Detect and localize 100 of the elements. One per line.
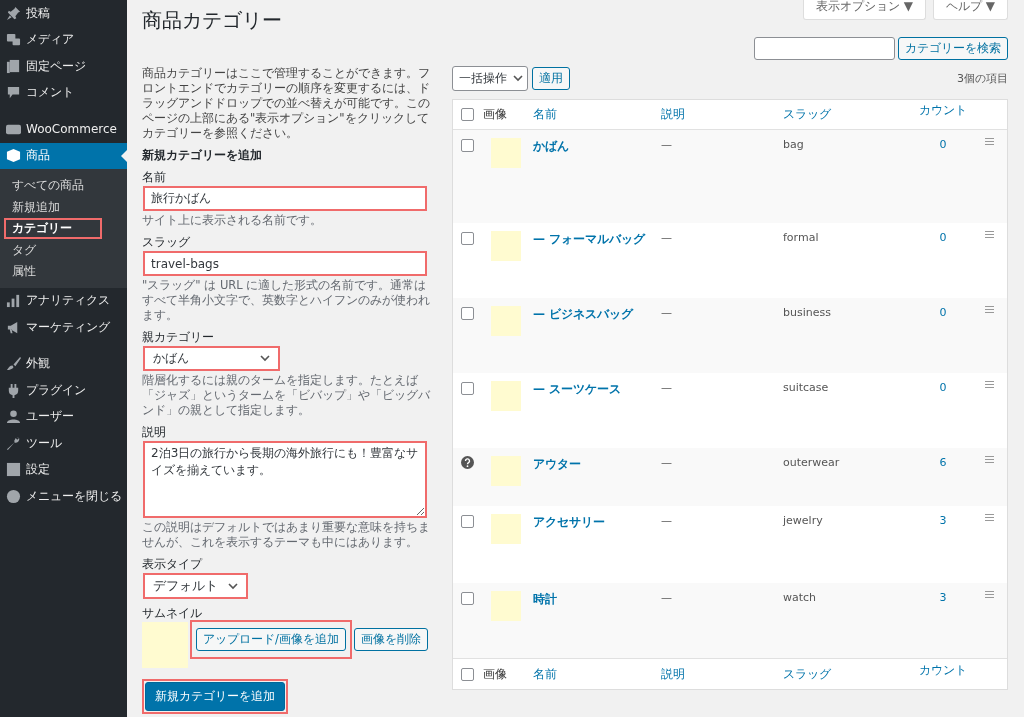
submenu-item[interactable]: カテゴリー — [4, 218, 102, 240]
menu-item[interactable]: プラグイン — [0, 377, 127, 404]
category-name-link[interactable]: 時計 — [533, 591, 661, 608]
drag-handle-icon[interactable] — [985, 514, 994, 521]
menu-item[interactable]: ユーザー — [0, 403, 127, 430]
table-cell-text: bag — [783, 138, 805, 151]
checkbox[interactable] — [461, 592, 474, 605]
submenu-item[interactable]: 新規追加 — [4, 196, 68, 218]
menu-item[interactable]: 投稿 — [0, 0, 127, 27]
checkbox[interactable] — [461, 307, 474, 320]
category-name-link[interactable]: — フォーマルバッグ — [533, 231, 661, 248]
media-icon — [6, 32, 21, 48]
intro-text: 商品カテゴリーはここで管理することができます。フロントエンドでカテゴリーの順序を変更するには、ドラッグアンドドロップでの並べ替えが可能です。このページの上部にある"表示オプション"をクリックしてカテゴリーを参照ください。 — [142, 66, 430, 141]
page-title: 商品カテゴリー — [142, 7, 282, 34]
table-cell-text: — — [661, 381, 673, 394]
field-label: サムネイル — [142, 606, 203, 621]
caret-icon — [260, 355, 270, 362]
column-header[interactable]: 説明 — [661, 665, 783, 683]
help-text: 階層化するには親のタームを指定します。たとえば「ジャズ」というタームを「ビバップ」や「ビッグバンド」の親として指定します。 — [142, 373, 430, 418]
drag-handle-icon[interactable] — [985, 231, 994, 238]
column-header: 画像 — [483, 665, 508, 683]
count-link[interactable]: 3 — [939, 591, 947, 604]
field-label: 説明 — [142, 425, 167, 440]
table-cell-text: watch — [783, 591, 818, 604]
item-count: 3個の項目 — [957, 70, 1008, 86]
thumbnail-placeholder — [491, 138, 521, 168]
submenu-item[interactable]: すべての商品 — [4, 175, 92, 197]
count-link[interactable]: 0 — [939, 231, 947, 244]
count-link[interactable]: 0 — [939, 306, 947, 319]
column-header[interactable]: スラッグ — [783, 106, 915, 123]
table-cell-text: jewelry — [783, 514, 824, 527]
thumbnail-placeholder — [491, 231, 521, 261]
count-link[interactable]: 3 — [939, 514, 947, 527]
count-link[interactable]: 0 — [939, 138, 947, 151]
menu-item[interactable]: コメント — [0, 79, 127, 106]
screen-tab[interactable]: ヘルプ ▼ — [932, 0, 1008, 20]
submenu-item[interactable]: 属性 — [4, 261, 44, 283]
caret-icon — [228, 582, 238, 590]
apply-button[interactable]: 適用 — [532, 66, 570, 90]
checkbox[interactable] — [461, 667, 474, 681]
column-header[interactable]: 説明 — [661, 106, 783, 123]
menu-item[interactable]: メディア — [0, 26, 127, 53]
user-icon — [6, 409, 21, 425]
dropdown[interactable]: かばん — [143, 346, 280, 371]
checkbox[interactable] — [461, 139, 474, 152]
category-name-link[interactable]: かばん — [533, 138, 661, 155]
column-header[interactable]: スラッグ — [783, 665, 915, 683]
menu-item[interactable]: 外観 — [0, 350, 127, 377]
dropdown[interactable]: デフォルト — [143, 573, 248, 599]
text-field[interactable]: travel-bags — [143, 251, 427, 276]
help-text: サイト上に表示される名前です。 — [142, 213, 323, 228]
form-heading: 新規カテゴリーを追加 — [142, 147, 263, 164]
help-icon — [461, 456, 474, 469]
menu-item[interactable]: マーケティング — [0, 314, 127, 341]
add-category-button[interactable]: 新規カテゴリーを追加 — [145, 682, 285, 711]
field-label: スラッグ — [142, 235, 191, 250]
menu-item[interactable]: アナリティクス — [0, 287, 127, 314]
category-name-link[interactable]: — スーツケース — [533, 381, 661, 398]
remove-image-button[interactable]: 画像を削除 — [353, 628, 428, 651]
text-field[interactable]: 旅行かばん — [143, 186, 427, 211]
category-name-link[interactable]: アクセサリー — [533, 514, 661, 531]
drag-handle-icon[interactable] — [985, 306, 994, 313]
table-cell-text: business — [783, 306, 832, 319]
drag-handle-icon[interactable] — [985, 591, 994, 598]
current-pointer — [121, 149, 127, 162]
textarea-field[interactable]: 2泊3日の旅行から長期の海外旅行にも！豊富なサイズを揃えています。 — [143, 441, 427, 518]
menu-item[interactable]: ツール — [0, 430, 127, 457]
count-link[interactable]: 0 — [939, 381, 947, 394]
drag-handle-icon[interactable] — [985, 381, 994, 388]
column-header[interactable]: カウント — [919, 661, 967, 679]
pages-icon — [6, 58, 21, 74]
photo-placeholder — [142, 622, 188, 668]
column-header[interactable]: カウント — [919, 102, 967, 119]
menu-item[interactable]: 設定 — [0, 456, 127, 483]
column-header[interactable]: 名前 — [533, 665, 661, 683]
drag-handle-icon[interactable] — [985, 456, 994, 463]
thumbnail-placeholder — [491, 514, 521, 544]
checkbox[interactable] — [461, 382, 474, 395]
menu-item[interactable]: 固定ページ — [0, 53, 127, 80]
column-header[interactable]: 名前 — [533, 106, 661, 123]
checkbox[interactable] — [461, 232, 474, 245]
search-button[interactable]: カテゴリーを検索 — [898, 37, 1008, 60]
box-icon — [6, 148, 21, 164]
screen-tab[interactable]: 表示オプション ▼ — [802, 0, 926, 20]
menu-item[interactable]: WooCommerce — [0, 116, 127, 143]
submenu-item[interactable]: タグ — [4, 239, 44, 261]
bulk-action-dropdown[interactable]: 一括操作 — [452, 65, 528, 91]
menu-item[interactable]: メニューを閉じる — [0, 483, 127, 510]
drag-handle-icon[interactable] — [985, 138, 994, 145]
table-cell-text: — — [661, 591, 673, 604]
thumbnail-placeholder — [491, 306, 521, 336]
search-field[interactable] — [754, 37, 895, 60]
upload-button[interactable]: アップロード/画像を追加 — [196, 628, 346, 651]
help-text: "スラッグ" は URL に適した形式の名前です。通常はすべて半角小文字で、英数字とハイフンのみが使われます。 — [142, 278, 430, 323]
category-name-link[interactable]: アウター — [533, 456, 661, 473]
checkbox[interactable] — [461, 515, 474, 528]
count-link[interactable]: 6 — [939, 456, 947, 469]
checkbox[interactable] — [461, 108, 474, 121]
menu-item[interactable]: 商品 — [0, 142, 127, 169]
category-name-link[interactable]: — ビジネスバッグ — [533, 306, 661, 323]
